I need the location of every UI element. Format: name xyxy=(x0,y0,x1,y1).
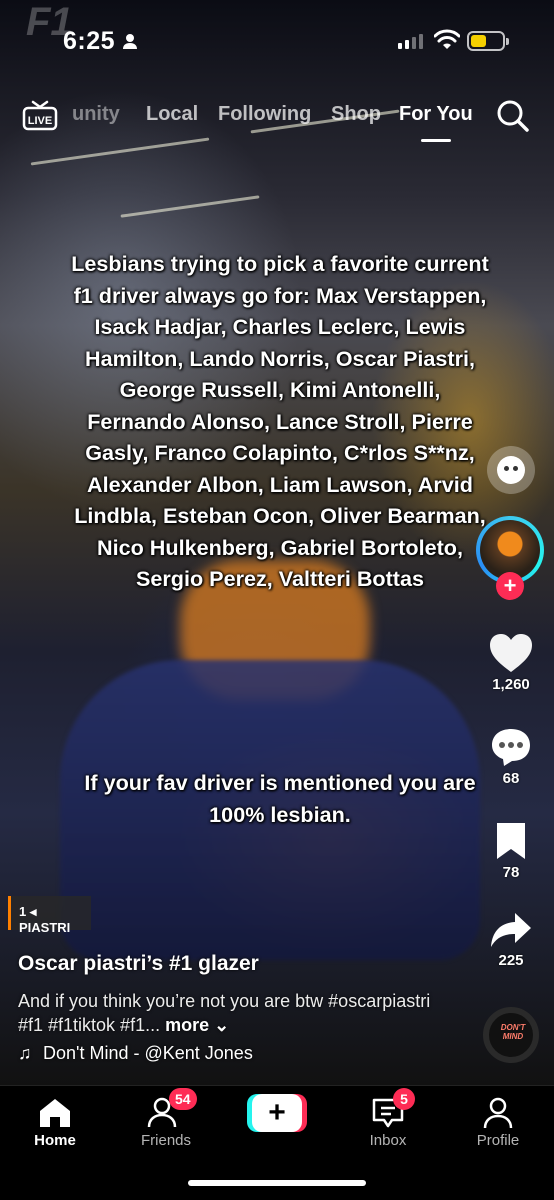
active-tab-indicator xyxy=(421,139,451,142)
search-icon[interactable] xyxy=(496,99,530,133)
tab-friends[interactable]: Friends 54 xyxy=(121,1088,211,1149)
music-disc[interactable]: DON'T MIND xyxy=(483,1007,539,1063)
comment-count: 68 xyxy=(502,770,520,787)
share-arrow-icon xyxy=(491,913,531,947)
inbox-badge: 5 xyxy=(393,1088,415,1110)
tiktok-app-screen: F1 1 ◂ PIASTRI 6:25 LIVE unity Local Fol… xyxy=(0,0,554,1200)
home-indicator xyxy=(188,1180,366,1186)
share-count: 225 xyxy=(498,952,524,969)
video-overlay-text-2: If your fav driver is mentioned you are … xyxy=(84,770,476,827)
bookmark-icon xyxy=(497,823,525,859)
live-icon[interactable]: LIVE xyxy=(22,99,58,131)
video-overlay-text: Lesbians trying to pick a favorite curre… xyxy=(71,251,489,591)
broadcast-driver-tag: 1 ◂ PIASTRI xyxy=(8,896,91,935)
tab-for-you[interactable]: For You xyxy=(399,103,473,126)
tab-local[interactable]: Local xyxy=(146,103,198,126)
follow-button[interactable]: + xyxy=(496,572,524,600)
tab-profile[interactable]: Profile xyxy=(453,1096,543,1149)
more-link[interactable]: more ⌄ xyxy=(165,1015,229,1035)
post-description[interactable]: And if you think you’re not you are btw … xyxy=(18,989,458,1037)
sound-link[interactable]: ♫ Don't Mind - @Kent Jones xyxy=(18,1043,253,1064)
save-button[interactable]: 78 xyxy=(481,820,541,881)
tab-community[interactable]: unity xyxy=(72,103,120,126)
plus-icon: + xyxy=(252,1094,302,1132)
like-count: 1,260 xyxy=(492,676,530,693)
music-note-icon: ♫ xyxy=(18,1043,32,1063)
like-button[interactable]: 1,260 xyxy=(481,632,541,693)
comment-button[interactable]: 68 xyxy=(481,726,541,787)
person-icon xyxy=(123,34,137,49)
ai-assistant-button[interactable] xyxy=(487,446,535,494)
tab-following[interactable]: Following xyxy=(218,103,311,126)
home-icon xyxy=(40,1099,70,1127)
heart-icon xyxy=(490,634,532,672)
share-button[interactable]: 225 xyxy=(481,910,541,969)
wifi-icon xyxy=(434,29,460,49)
status-time: 6:25 xyxy=(63,27,116,55)
tab-home[interactable]: Home xyxy=(10,1096,100,1149)
creator-username[interactable]: Oscar piastri’s #1 glazer xyxy=(18,952,259,976)
tab-inbox[interactable]: Inbox 5 xyxy=(343,1088,433,1149)
cellular-signal-icon xyxy=(398,33,424,49)
profile-icon xyxy=(483,1097,513,1129)
tab-shop[interactable]: Shop xyxy=(331,103,381,126)
friends-badge: 54 xyxy=(169,1088,197,1110)
top-nav: LIVE unity Local Following Shop For You xyxy=(0,95,554,145)
save-count: 78 xyxy=(502,864,520,881)
battery-icon xyxy=(467,31,509,51)
status-bar: 6:25 xyxy=(0,0,554,80)
comment-icon xyxy=(492,729,530,766)
svg-text:LIVE: LIVE xyxy=(28,115,52,127)
create-button[interactable]: + xyxy=(247,1094,307,1132)
